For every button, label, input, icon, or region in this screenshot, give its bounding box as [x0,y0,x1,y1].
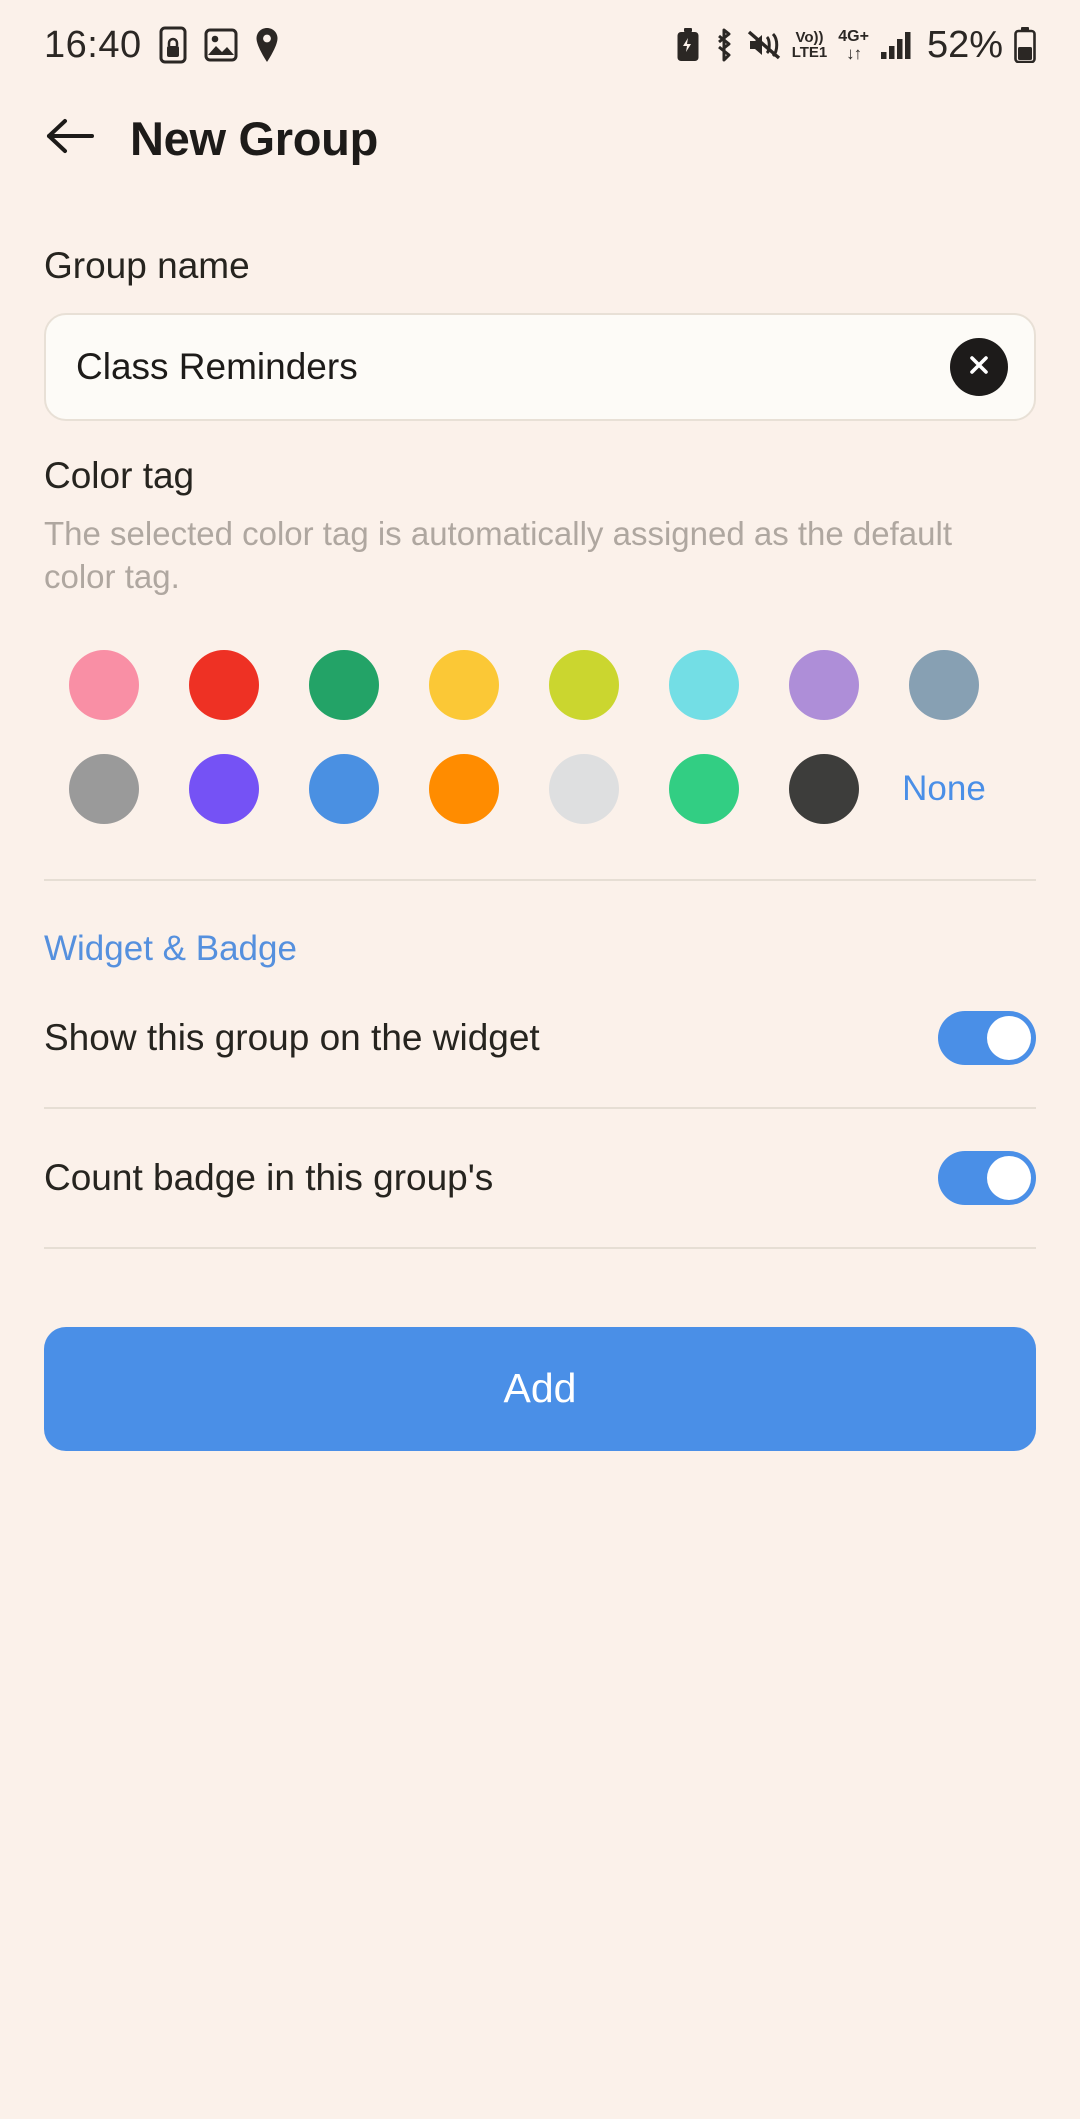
color-swatch-light-gray[interactable] [524,753,644,824]
group-name-value[interactable]: Class Reminders [76,346,950,388]
color-swatch-blue[interactable] [284,753,404,824]
setting-row-count-badge[interactable]: Count badge in this group's [44,1109,1036,1249]
volte-icon: Vo)) LTE1 [791,28,828,61]
add-button[interactable]: Add [44,1326,1036,1451]
section-divider [44,878,1036,881]
toggle-knob [987,1155,1031,1200]
bluetooth-icon [712,28,736,62]
color-swatch-cyan[interactable] [644,649,764,720]
status-bar-left: 16:40 [44,24,280,67]
phone-lock-icon [158,26,188,64]
group-name-label: Group name [44,245,250,286]
show-on-widget-toggle[interactable] [938,1010,1036,1065]
color-swatch-violet[interactable] [164,753,284,824]
color-swatch-orange[interactable] [404,753,524,824]
battery-icon [1014,27,1036,63]
color-swatch-slate[interactable] [884,649,1004,720]
gallery-image-icon [204,28,238,62]
mobile-data-icon: 4G+ ↓↑ [838,27,869,63]
color-tag-title: Color tag [44,455,195,496]
app-header: New Group [0,90,1080,186]
color-swatch-lime[interactable] [524,649,644,720]
setting-label: Show this group on the widget [44,1016,540,1058]
status-bar-right: Vo)) LTE1 4G+ ↓↑ 52% [675,24,1036,67]
color-tag-description: The selected color tag is automatically … [44,515,953,595]
status-bar: 16:40 Vo)) LTE1 4G+ ↓↑ 52% [0,0,1080,90]
color-swatch-none-button[interactable]: None [884,769,1004,809]
toggle-knob [987,1015,1031,1060]
location-pin-icon [254,27,280,63]
color-swatch-green[interactable] [284,649,404,720]
back-button[interactable] [44,112,96,164]
clear-input-button[interactable] [950,338,1008,396]
battery-percent-label: 52% [926,23,1003,66]
signal-bars-icon [880,30,914,60]
page-title: New Group [130,111,378,165]
setting-row-show-on-widget[interactable]: Show this group on the widget [44,969,1036,1109]
main-content: Group name Class Reminders Color tag The… [0,245,1080,1451]
close-circle-icon [964,350,994,385]
color-swatch-yellow[interactable] [404,649,524,720]
color-swatch-gray[interactable] [44,753,164,824]
widget-badge-header: Widget & Badge [44,928,297,968]
group-name-input[interactable]: Class Reminders [44,313,1036,421]
color-swatch-red[interactable] [164,649,284,720]
color-swatch-grid: None [44,633,1036,841]
count-badge-toggle[interactable] [938,1150,1036,1205]
color-swatch-charcoal[interactable] [764,753,884,824]
setting-label: Count badge in this group's [44,1156,494,1198]
sound-mute-icon [747,30,781,60]
add-button-label: Add [503,1365,577,1412]
color-swatch-pink[interactable] [44,649,164,720]
color-swatch-row [44,633,1036,737]
battery-saver-icon [675,28,701,62]
color-swatch-emerald[interactable] [644,753,764,824]
status-bar-clock: 16:40 [44,23,142,66]
arrow-left-icon [45,117,95,160]
color-swatch-row: None [44,737,1036,841]
color-swatch-purple[interactable] [764,649,884,720]
